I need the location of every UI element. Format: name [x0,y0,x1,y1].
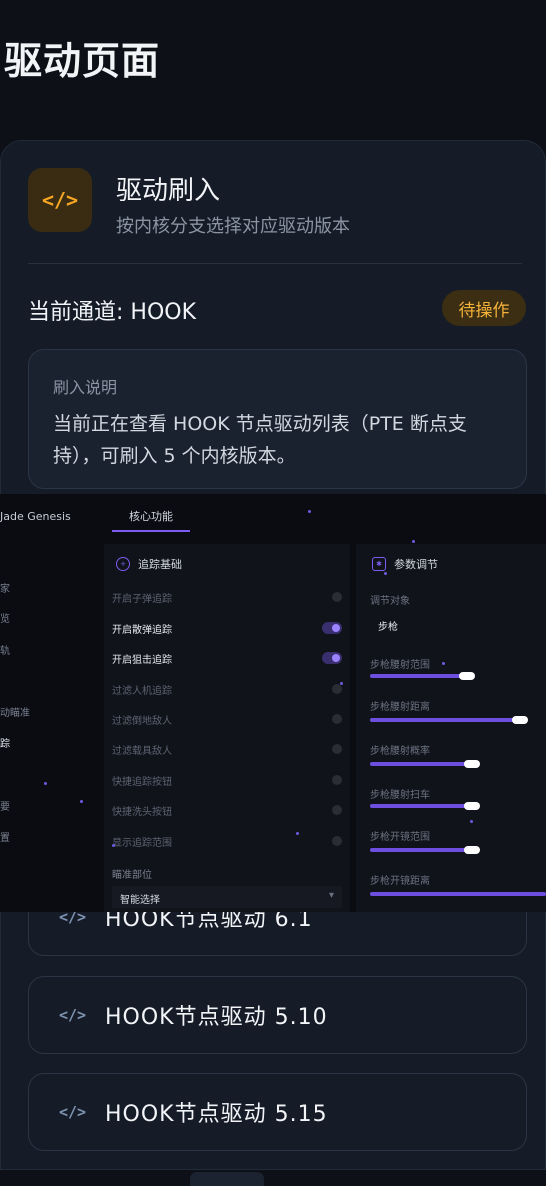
toggle-row[interactable]: 过滤载具敌人 [112,742,342,757]
toggle-row[interactable]: 过滤人机追踪 [112,682,342,697]
flash-subtitle: 按内核分支选择对应驱动版本 [116,216,350,237]
slider-track[interactable] [370,762,472,766]
slider-track[interactable] [370,718,520,722]
chevron-down-icon: ▾ [328,890,334,901]
particle [340,682,343,685]
aim-part-label: 瞄准部位 [112,870,152,881]
toggle-row[interactable]: 开启子弹追踪 [112,590,342,605]
code-icon: </> [59,1006,87,1024]
sidebar-item[interactable]: 轨 [0,642,10,657]
flash-title: 驱动刷入 [116,176,221,206]
toggle-switch[interactable] [332,805,342,815]
toggle-switch[interactable] [332,684,342,694]
slider-label: 步枪腰射范围 [370,660,430,671]
kernel-label: HOOK节点驱动 5.15 [105,1102,328,1127]
code-icon: </> [28,168,92,232]
toggle-switch[interactable] [332,744,342,754]
slider-label: 步枪腰射距离 [370,702,430,713]
tracking-title: 追踪基础 [138,558,182,571]
tracking-header: + 追踪基础 [116,556,182,572]
note-title: 刷入说明 [53,378,118,397]
toggle-switch[interactable] [332,775,342,785]
toggle-row[interactable]: 快捷追踪按钮 [112,773,342,788]
toggle-switch[interactable] [332,592,342,602]
sidebar-item[interactable]: 要 [0,798,10,813]
slider-knob[interactable] [512,716,528,724]
crosshair-icon: + [116,557,130,571]
code-icon: </> [59,1103,87,1121]
slider-label: 步枪腰射扫车 [370,790,430,801]
divider [28,263,522,264]
kernel-item[interactable]: </> HOOK节点驱动 5.10 [28,976,527,1054]
sidebar-item[interactable]: 家 [0,580,10,595]
tab-core[interactable]: 核心功能 [112,508,190,532]
slider-label: 步枪腰射概率 [370,746,430,757]
overlay-app-panel: Jade Genesis 核心功能 家 览 轨 动瞄准 踪 要 置 + 追踪基础… [0,494,546,912]
particle [296,832,299,835]
toggle-switch[interactable] [322,652,342,664]
toggle-switch[interactable] [332,836,342,846]
particle [412,540,415,543]
note-box: 刷入说明 当前正在查看 HOOK 节点驱动列表（PTE 断点支持），可刷入 5 … [28,349,527,489]
particle [80,800,83,803]
particle [442,662,445,665]
sidebar-item[interactable]: 览 [0,610,10,625]
particle [470,820,473,823]
slider-knob[interactable] [459,672,475,680]
sidebar-item[interactable]: 置 [0,829,10,844]
slider-label: 步枪开镜范围 [370,832,430,843]
status-badge: 待操作 [442,290,526,326]
sidebar-item[interactable]: 动瞄准 [0,704,30,719]
sidebar-item[interactable]: 踪 [0,735,10,750]
slider-label: 步枪开镜距离 [370,876,430,887]
toggle-row[interactable]: 显示追踪范围 [112,834,342,849]
toggle-row[interactable]: 开启狙击追踪 [112,651,342,666]
target-label: 调节对象 [370,596,410,607]
channel-label: 当前通道: HOOK [28,300,197,325]
particle [308,510,311,513]
slider-knob[interactable] [464,846,480,854]
slider-track[interactable] [370,674,467,678]
overlay-app-name: Jade Genesis [0,510,71,523]
slider-track[interactable] [370,848,472,852]
slider-track[interactable] [370,892,546,896]
slider-knob[interactable] [464,802,480,810]
aim-part-select[interactable]: 智能选择 ▾ [112,886,342,908]
slider-knob[interactable] [464,760,480,768]
toggle-row[interactable]: 开启散弹追踪 [112,621,342,636]
toggle-switch[interactable] [322,622,342,634]
target-value[interactable]: 步枪 [378,618,398,633]
bottom-nav [0,1170,546,1186]
params-title: 参数调节 [394,558,438,571]
params-header: ✱ 参数调节 [372,556,438,572]
kernel-label: HOOK节点驱动 5.10 [105,1005,328,1030]
particle [44,782,47,785]
particle [112,844,115,847]
particle [384,572,387,575]
gear-icon: ✱ [372,557,386,571]
toggle-row[interactable]: 快捷洗头按钮 [112,803,342,818]
bottom-nav-active[interactable] [190,1172,264,1186]
page-title: 驱动页面 [4,39,161,83]
toggle-switch[interactable] [332,714,342,724]
note-body: 当前正在查看 HOOK 节点驱动列表（PTE 断点支持），可刷入 5 个内核版本… [53,413,467,467]
kernel-item[interactable]: </> HOOK节点驱动 5.15 [28,1073,527,1151]
toggle-row[interactable]: 过滤倒地敌人 [112,712,342,727]
slider-track[interactable] [370,804,472,808]
